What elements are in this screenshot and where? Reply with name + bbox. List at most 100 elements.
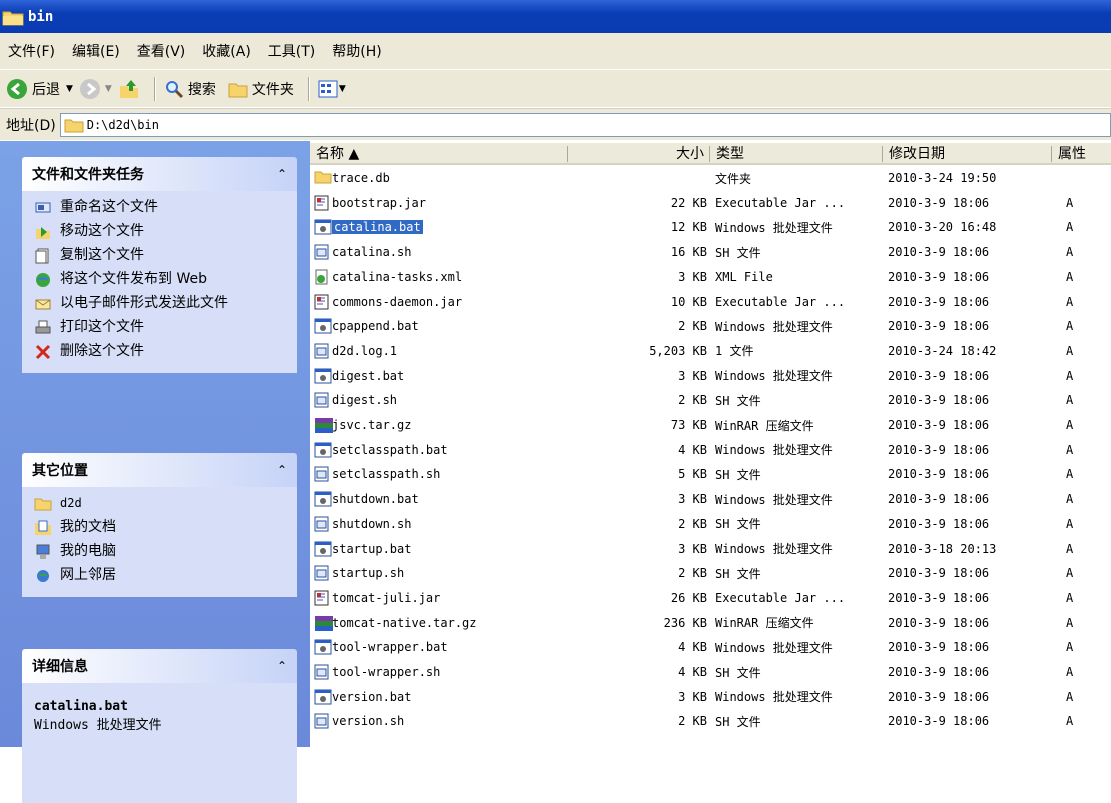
rename-icon xyxy=(34,199,52,217)
file-type: 文件夹 xyxy=(715,171,752,186)
menu-favorites[interactable]: 收藏(A) xyxy=(202,41,251,61)
file-row[interactable]: d2d.log.1 5,203 KB 1 文件 2010-3-24 18:42 A xyxy=(310,339,1111,363)
menu-help[interactable]: 帮助(H) xyxy=(332,41,381,61)
task-label: 将这个文件发布到 Web xyxy=(60,271,207,287)
folders-button[interactable]: 文件夹 xyxy=(228,79,294,99)
move-icon xyxy=(34,223,52,241)
task-label: 打印这个文件 xyxy=(60,319,144,335)
file-row[interactable]: catalina.bat 12 KB Windows 批处理文件 2010-3-20 … xyxy=(310,215,1111,239)
file-modified: 2010-3-9 18:06 xyxy=(888,590,990,605)
menu-view[interactable]: 查看(V) xyxy=(137,41,186,61)
file-type: Windows 批处理文件 xyxy=(715,542,833,556)
place-my-documents[interactable]: 我的文档 xyxy=(34,519,287,537)
file-list: 名称 ▲ 大小 类型 修改日期 属性 trace.db 文件夹 2010-3-24 … xyxy=(310,141,1111,747)
file-type: WinRAR 压缩文件 xyxy=(715,418,814,433)
details-panel: 详细信息 ⌃ catalina.bat Windows 批处理文件 xyxy=(22,649,297,803)
title-bar[interactable]: bin xyxy=(0,0,1111,33)
file-row[interactable]: startup.sh 2 KB SH 文件 2010-3-9 18:06 A xyxy=(310,561,1111,585)
file-row[interactable]: tool-wrapper.bat 4 KB Windows 批处理文件 2010-3-… xyxy=(310,635,1111,659)
task-delete[interactable]: 删除这个文件 xyxy=(34,343,287,361)
file-modified: 2010-3-9 18:06 xyxy=(888,516,990,531)
chevron-down-icon[interactable]: ▼ xyxy=(66,84,73,94)
details-header[interactable]: 详细信息 ⌃ xyxy=(22,649,297,683)
file-attributes: A xyxy=(1066,615,1074,630)
file-type: XML File xyxy=(715,269,773,284)
column-header-size[interactable]: 大小 xyxy=(568,143,710,165)
file-modified: 2010-3-9 18:06 xyxy=(888,714,990,729)
file-row[interactable]: trace.db 文件夹 2010-3-24 19:50 xyxy=(310,166,1111,190)
address-input[interactable]: D:\d2d\bin xyxy=(59,112,1111,137)
column-name-label: 名称 ▲ xyxy=(316,146,360,162)
file-row[interactable]: bootstrap.jar 22 KB Executable Jar ... 2010… xyxy=(310,191,1111,215)
file-name: jsvc.tar.gz xyxy=(332,418,412,432)
column-header-type[interactable]: 类型 xyxy=(710,143,883,165)
task-publish-web[interactable]: 将这个文件发布到 Web xyxy=(34,271,287,289)
file-row[interactable]: shutdown.bat 3 KB Windows 批处理文件 2010-3-9 18… xyxy=(310,487,1111,511)
task-email[interactable]: 以电子邮件形式发送此文件 xyxy=(34,295,287,313)
file-row[interactable]: version.sh 2 KB SH 文件 2010-3-9 18:06 A xyxy=(310,709,1111,733)
bat-icon xyxy=(314,219,332,235)
menu-edit[interactable]: 编辑(E) xyxy=(72,41,120,61)
file-row[interactable]: shutdown.sh 2 KB SH 文件 2010-3-9 18:06 A xyxy=(310,512,1111,536)
file-name: version.sh xyxy=(332,714,405,729)
file-row[interactable]: digest.bat 3 KB Windows 批处理文件 2010-3-9 18:0… xyxy=(310,364,1111,388)
collapse-chevron-icon[interactable]: ⌃ xyxy=(277,659,287,673)
file-size: 2 KB xyxy=(678,566,707,581)
task-print[interactable]: 打印这个文件 xyxy=(34,319,287,337)
file-modified: 2010-3-24 18:42 xyxy=(888,343,997,358)
file-row[interactable]: tomcat-native.tar.gz 236 KB WinRAR 压缩文件 201… xyxy=(310,611,1111,635)
chevron-down-icon[interactable]: ▼ xyxy=(105,84,112,94)
file-row[interactable]: catalina.sh 16 KB SH 文件 2010-3-9 18:06 A xyxy=(310,240,1111,264)
generic-file-icon xyxy=(314,244,330,260)
file-row[interactable]: catalina-tasks.xml 3 KB XML File 2010-3-9 1… xyxy=(310,265,1111,289)
views-button[interactable]: ▼ xyxy=(318,80,346,98)
file-size: 16 KB xyxy=(670,245,707,260)
menu-file[interactable]: 文件(F) xyxy=(8,41,55,61)
file-row[interactable]: version.bat 3 KB Windows 批处理文件 2010-3-9 18:… xyxy=(310,685,1111,709)
forward-button[interactable]: ▼ xyxy=(79,78,112,100)
up-folder-button[interactable] xyxy=(118,78,140,100)
window-title: bin xyxy=(28,8,54,25)
file-row[interactable]: commons-daemon.jar 10 KB Executable Jar ..… xyxy=(310,290,1111,314)
chevron-down-icon: ▼ xyxy=(338,83,346,94)
task-move[interactable]: 移动这个文件 xyxy=(34,223,287,241)
search-button[interactable]: 搜索 xyxy=(164,79,216,99)
file-row[interactable]: digest.sh 2 KB SH 文件 2010-3-9 18:06 A xyxy=(310,388,1111,412)
column-header-attributes[interactable]: 属性 xyxy=(1052,143,1111,165)
column-header-modified[interactable]: 修改日期 xyxy=(883,143,1052,165)
file-row[interactable]: setclasspath.sh 5 KB SH 文件 2010-3-9 18:06 A xyxy=(310,462,1111,486)
file-row[interactable]: jsvc.tar.gz 73 KB WinRAR 压缩文件 2010-3-9 18:0… xyxy=(310,413,1111,437)
task-copy[interactable]: 复制这个文件 xyxy=(34,247,287,265)
task-rename[interactable]: 重命名这个文件 xyxy=(34,199,287,217)
collapse-chevron-icon[interactable]: ⌃ xyxy=(277,463,287,477)
file-modified: 2010-3-18 20:13 xyxy=(888,541,997,556)
column-header-name[interactable]: 名称 ▲ xyxy=(310,143,568,165)
file-name: digest.bat xyxy=(332,368,405,383)
file-name: catalina.sh xyxy=(332,245,412,260)
file-tasks-header[interactable]: 文件和文件夹任务 ⌃ xyxy=(22,157,297,191)
details-file-type: Windows 批处理文件 xyxy=(34,718,162,733)
file-modified: 2010-3-9 18:06 xyxy=(888,640,990,655)
task-label: 复制这个文件 xyxy=(60,247,144,263)
file-size: 2 KB xyxy=(678,393,707,408)
task-label: 删除这个文件 xyxy=(60,343,144,359)
place-my-computer[interactable]: 我的电脑 xyxy=(34,543,287,561)
collapse-chevron-icon[interactable]: ⌃ xyxy=(277,167,287,181)
file-row[interactable]: cpappend.bat 2 KB Windows 批处理文件 2010-3-9 18… xyxy=(310,314,1111,338)
other-places-header[interactable]: 其它位置 ⌃ xyxy=(22,453,297,487)
file-attributes: A xyxy=(1066,714,1074,729)
menu-tools[interactable]: 工具(T) xyxy=(268,41,315,61)
copy-icon xyxy=(34,247,52,265)
file-size: 3 KB xyxy=(678,368,707,383)
file-row[interactable]: tool-wrapper.sh 4 KB SH 文件 2010-3-9 18:06 A xyxy=(310,660,1111,684)
file-type: Executable Jar ... xyxy=(715,294,846,309)
place-network[interactable]: 网上邻居 xyxy=(34,567,287,585)
file-row[interactable]: startup.bat 3 KB Windows 批处理文件 2010-3-18 20… xyxy=(310,537,1111,561)
file-row[interactable]: tomcat-juli.jar 26 KB Executable Jar ... 20… xyxy=(310,586,1111,610)
folders-icon xyxy=(228,83,248,97)
place-d2d[interactable]: d2d xyxy=(34,495,287,513)
back-button[interactable]: 后退 ▼ xyxy=(6,78,73,100)
file-row[interactable]: setclasspath.bat 4 KB Windows 批处理文件 2010-3-… xyxy=(310,438,1111,462)
file-type: SH 文件 xyxy=(715,467,761,482)
file-type: Windows 批处理文件 xyxy=(715,492,833,507)
